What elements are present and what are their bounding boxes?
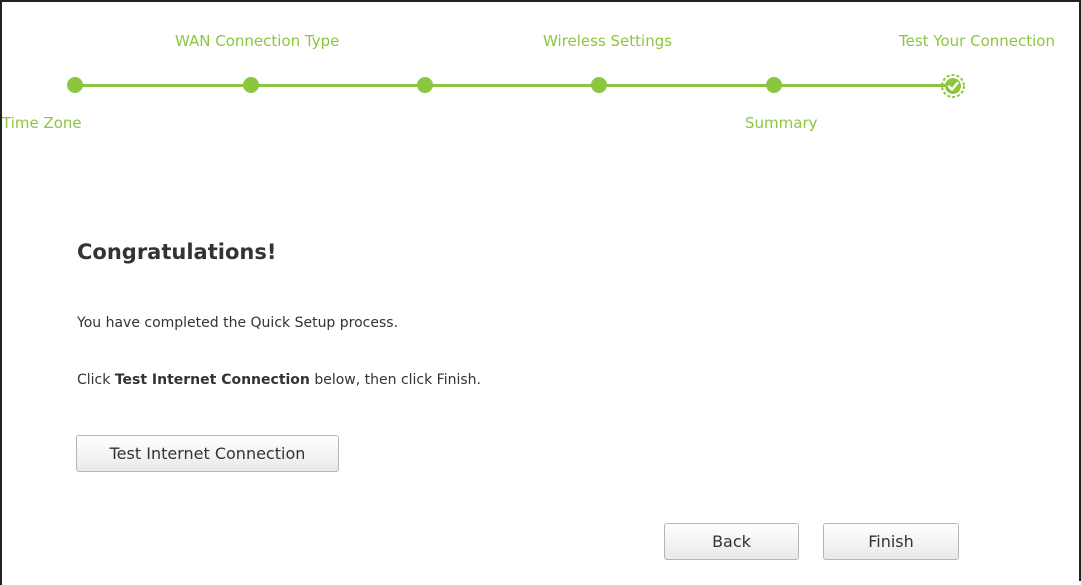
back-button[interactable]: Back bbox=[664, 523, 799, 560]
step-dot-time-zone bbox=[67, 77, 83, 93]
step-label-summary: Summary bbox=[745, 114, 818, 132]
step-dot-wan-connection-type bbox=[243, 77, 259, 93]
progress-track bbox=[75, 84, 955, 87]
page-frame bbox=[0, 0, 1079, 585]
instruction-prefix: Click bbox=[77, 372, 115, 388]
step-label-wireless-settings: Wireless Settings bbox=[543, 32, 673, 50]
step-dot-summary bbox=[766, 77, 782, 93]
step-label-time-zone: Time Zone bbox=[2, 114, 82, 132]
step-dot-wireless-settings bbox=[591, 77, 607, 93]
instruction-highlight: Test Internet Connection bbox=[114, 372, 310, 388]
step-dot-step-3 bbox=[417, 77, 433, 93]
step-label-test-your-connection: Test Your Connection bbox=[899, 32, 1055, 50]
finish-button[interactable]: Finish bbox=[823, 523, 959, 560]
check-circle-icon bbox=[941, 74, 965, 98]
instruction-message: Click Test Internet Connection below, th… bbox=[77, 372, 481, 388]
test-internet-connection-button[interactable]: Test Internet Connection bbox=[76, 435, 339, 472]
completion-message: You have completed the Quick Setup proce… bbox=[77, 315, 399, 331]
instruction-suffix: below, then click Finish. bbox=[309, 372, 481, 388]
step-label-wan-connection-type: WAN Connection Type bbox=[175, 32, 340, 50]
page-title: Congratulations! bbox=[77, 240, 277, 264]
